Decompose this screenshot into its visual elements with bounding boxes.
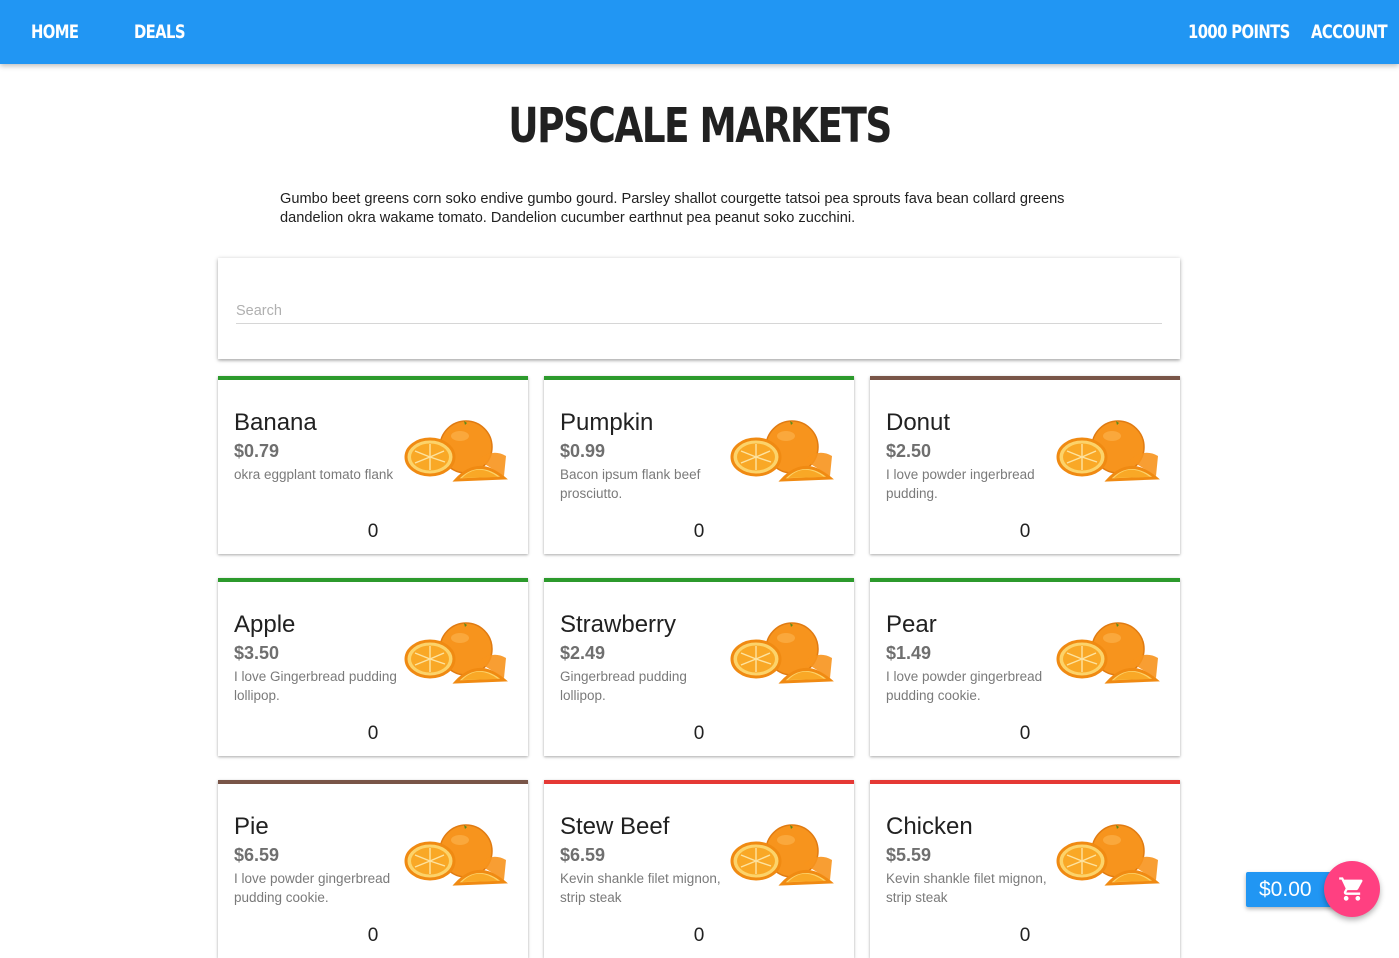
- product-card[interactable]: Stew Beef $6.59 Kevin shankle filet mign…: [544, 780, 854, 958]
- product-description: Kevin shankle filet mignon, strip steak: [560, 871, 721, 905]
- product-description: okra eggplant tomato flank: [234, 467, 394, 482]
- nav-account-link[interactable]: ACCOUNT: [1311, 0, 1388, 64]
- product-name: Chicken: [886, 813, 973, 840]
- orange-fruit-image: [404, 622, 508, 684]
- product-name: Pear: [886, 611, 937, 638]
- intro-text: Gumbo beet greens corn soko endive gumbo…: [280, 191, 1065, 226]
- product-quantity: 0: [1019, 723, 1031, 744]
- product-name: Apple: [234, 611, 296, 638]
- product-description: I love powder ingerbread pudding.: [886, 467, 1035, 501]
- product-card[interactable]: Donut $2.50 I love powder ingerbread pud…: [870, 376, 1180, 554]
- product-name: Donut: [886, 409, 951, 436]
- product-price: $0.99: [560, 441, 606, 461]
- product-quantity: 0: [693, 723, 705, 744]
- product-price: $2.49: [560, 643, 606, 663]
- page-title: UPSCALE MARKETS: [508, 98, 892, 154]
- product-price: $1.49: [886, 643, 932, 663]
- product-card[interactable]: Chicken $5.59 Kevin shankle filet mignon…: [870, 780, 1180, 958]
- product-name: Strawberry: [560, 611, 677, 638]
- product-price: $5.59: [886, 845, 932, 865]
- top-navbar: HOME DEALS 1000 POINTS ACCOUNT: [0, 0, 1399, 64]
- nav-home-link[interactable]: HOME: [31, 0, 79, 64]
- product-quantity: 0: [1019, 521, 1031, 542]
- product-price: $2.50: [886, 441, 932, 461]
- product-card[interactable]: Banana $0.79 okra eggplant tomato flank …: [218, 376, 528, 554]
- product-quantity: 0: [693, 521, 705, 542]
- product-name: Banana: [234, 409, 317, 436]
- product-description: Gingerbread pudding lollipop.: [560, 669, 687, 703]
- product-description: I love powder gingerbread pudding cookie…: [234, 871, 391, 905]
- product-name: Pie: [234, 813, 269, 840]
- product-description: I love Gingerbread pudding lollipop.: [234, 669, 397, 703]
- cart-button[interactable]: [1324, 861, 1380, 917]
- nav-deals-link[interactable]: DEALS: [134, 0, 186, 64]
- product-quantity: 0: [367, 521, 379, 542]
- product-card[interactable]: Pear $1.49 I love powder gingerbread pud…: [870, 578, 1180, 756]
- orange-fruit-image: [730, 622, 834, 684]
- shopping-cart-icon: [1339, 877, 1363, 901]
- product-quantity: 0: [693, 925, 705, 946]
- orange-fruit-image: [730, 824, 834, 886]
- product-quantity: 0: [1019, 925, 1031, 946]
- product-price: $3.50: [234, 643, 280, 663]
- product-price: $6.59: [234, 845, 280, 865]
- orange-fruit-image: [404, 420, 508, 482]
- product-card[interactable]: Pumpkin $0.99 Bacon ipsum flank beef pro…: [544, 376, 854, 554]
- product-card[interactable]: Apple $3.50 I love Gingerbread pudding l…: [218, 578, 528, 756]
- nav-points-link[interactable]: 1000 POINTS: [1188, 0, 1290, 64]
- product-price: $6.59: [560, 845, 606, 865]
- product-quantity: 0: [367, 723, 379, 744]
- search-input[interactable]: [236, 299, 1162, 324]
- product-card[interactable]: Pie $6.59 I love powder gingerbread pudd…: [218, 780, 528, 958]
- product-quantity: 0: [367, 925, 379, 946]
- product-name: Pumpkin: [560, 409, 654, 436]
- product-card[interactable]: Strawberry $2.49 Gingerbread pudding lol…: [544, 578, 854, 756]
- search-card: [218, 258, 1180, 359]
- orange-fruit-image: [1056, 420, 1160, 482]
- orange-fruit-image: [730, 420, 834, 482]
- product-description: Bacon ipsum flank beef prosciutto.: [560, 467, 701, 501]
- product-description: I love powder gingerbread pudding cookie…: [886, 669, 1043, 703]
- orange-fruit-image: [1056, 824, 1160, 886]
- orange-fruit-image: [1056, 622, 1160, 684]
- product-name: Stew Beef: [560, 813, 670, 840]
- product-grid: Banana $0.79 okra eggplant tomato flank …: [218, 376, 1180, 958]
- product-description: Kevin shankle filet mignon, strip steak: [886, 871, 1047, 905]
- orange-fruit-image: [404, 824, 508, 886]
- product-price: $0.79: [234, 441, 280, 461]
